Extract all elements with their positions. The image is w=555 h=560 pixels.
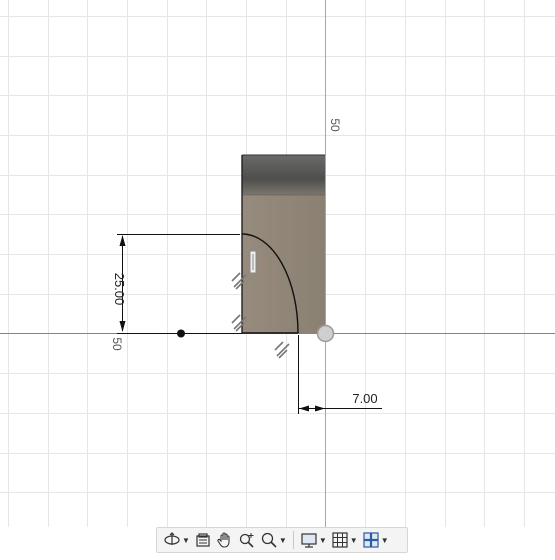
orbit-button[interactable]: ▼: [161, 529, 192, 551]
width-dimension[interactable]: 7.00: [298, 335, 382, 414]
sketch-viewport[interactable]: 50 50 25.00 7.00: [0, 0, 555, 555]
grid-settings-icon: [332, 532, 348, 548]
toolbar-separator: [292, 531, 294, 549]
look-at-button[interactable]: [192, 529, 214, 551]
zoom-button[interactable]: [236, 529, 258, 551]
orbit-icon: [164, 532, 180, 545]
display-settings-button[interactable]: ▼: [298, 529, 329, 551]
viewports-button[interactable]: ▼: [360, 529, 391, 551]
height-dimension-value[interactable]: 25.00: [112, 273, 127, 306]
sketch-point[interactable]: [177, 329, 185, 338]
tangent-constraint-icon[interactable]: [249, 250, 257, 274]
navigation-toolbar: ▼ ▼ ▼ ▼ ▼: [156, 527, 408, 553]
pan-button[interactable]: [214, 529, 236, 551]
width-dimension-value[interactable]: 7.00: [352, 391, 377, 406]
display-settings-icon: [301, 533, 317, 548]
y-axis-value-label: 50: [328, 118, 342, 132]
chevron-down-icon: ▼: [278, 535, 287, 545]
x-axis-value-label: 50: [110, 337, 124, 351]
chevron-down-icon: ▼: [380, 535, 389, 545]
grid-settings-button[interactable]: ▼: [329, 529, 360, 551]
pan-hand-icon: [217, 532, 230, 548]
fit-zoom-icon: [261, 532, 277, 548]
zoom-icon: [239, 533, 254, 548]
solid-body[interactable]: [241, 154, 325, 333]
body-top-face: [242, 155, 325, 195]
chevron-down-icon: ▼: [318, 535, 327, 545]
sketch-canvas[interactable]: 50 50 25.00 7.00: [0, 0, 555, 555]
height-dimension[interactable]: 25.00: [112, 234, 242, 334]
look-at-icon: [196, 533, 210, 547]
chevron-down-icon: ▼: [182, 535, 190, 545]
chevron-down-icon: ▼: [349, 535, 358, 545]
fit-zoom-button[interactable]: ▼: [258, 529, 289, 551]
origin-point[interactable]: [316, 324, 335, 343]
viewports-icon: [363, 532, 379, 548]
